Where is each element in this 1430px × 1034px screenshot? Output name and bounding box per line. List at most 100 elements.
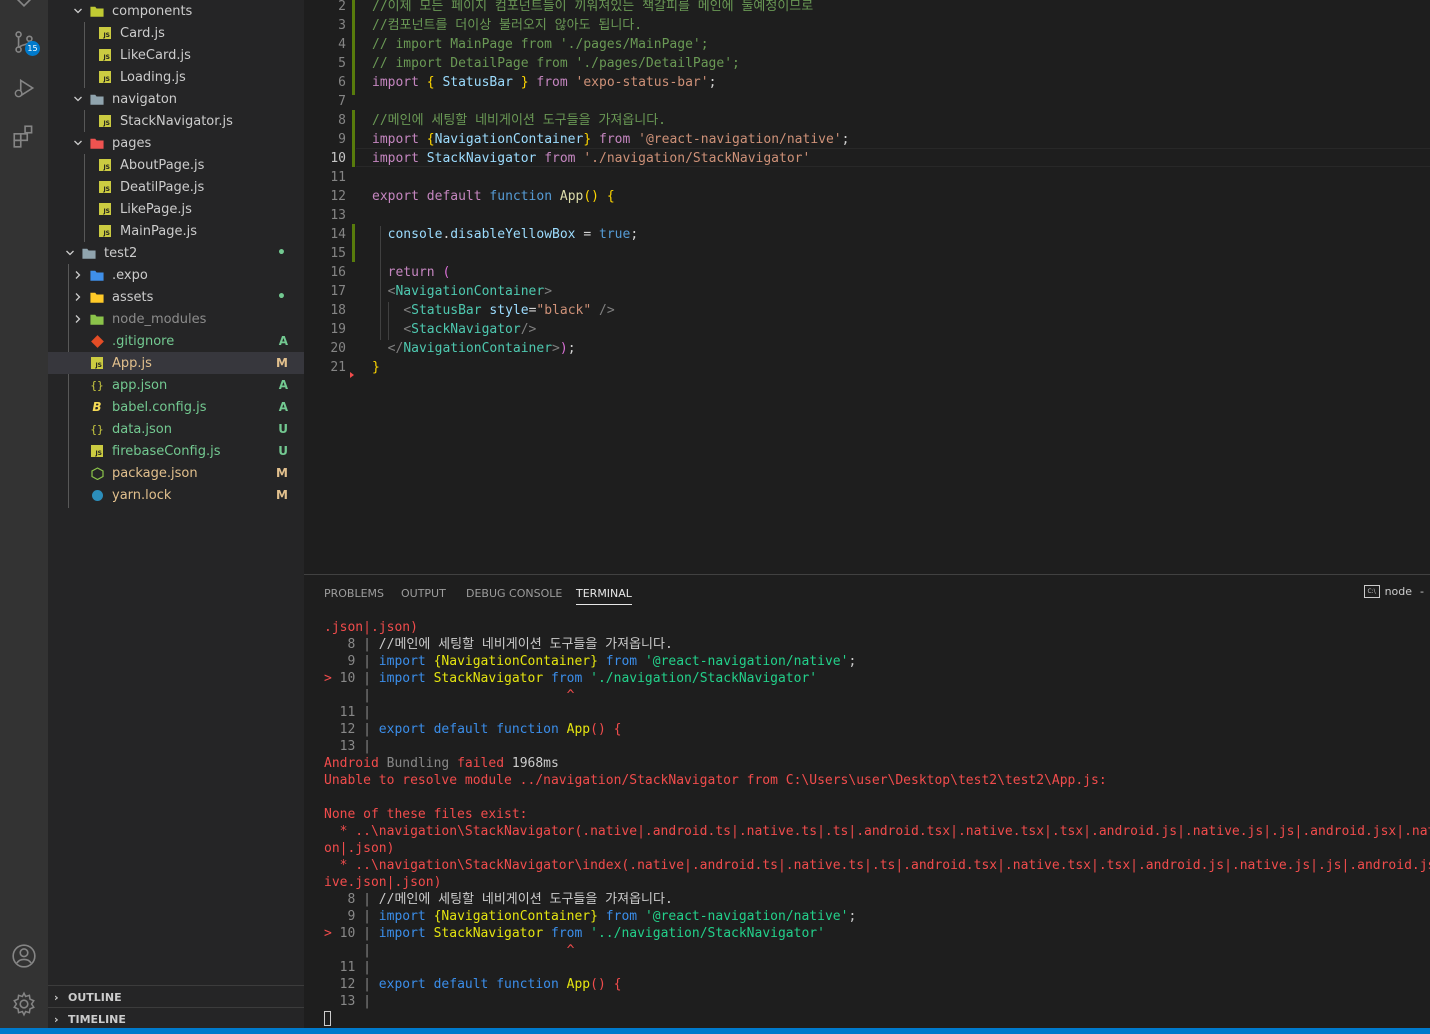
tree-item[interactable]: JS LikeCard.js [48, 44, 304, 66]
tree-item[interactable]: JS LikePage.js [48, 198, 304, 220]
panel-tab-terminal[interactable]: TERMINAL [576, 587, 632, 605]
tree-item[interactable]: pages [48, 132, 304, 154]
line-number: 21 [330, 360, 346, 375]
code-token: </ [387, 341, 404, 356]
terminal-token: Android [324, 756, 387, 771]
tree-item[interactable]: JS AboutPage.js [48, 154, 304, 176]
terminal-token: from [543, 671, 591, 686]
settings-gear-icon[interactable] [0, 982, 48, 1026]
yarn-file-icon [90, 488, 104, 502]
code-line: <StatusBar style="black" /> [372, 301, 615, 320]
code-token: StatusBar [411, 303, 482, 318]
code-editor[interactable]: 2 //이제 모든 페이지 컴포넌트들이 끼워져있는 책갈피를 메인에 둘예정이므… [304, 0, 1430, 574]
terminal-line: .json|.json) [324, 619, 418, 636]
tree-item[interactable]: JS DeatilPage.js [48, 176, 304, 198]
tree-item[interactable]: Bbabel.config.js A [48, 396, 304, 418]
code-token: '@react-navigation/native' [638, 132, 842, 147]
tree-item[interactable]: .expo [48, 264, 304, 286]
terminal-token: failed [457, 756, 512, 771]
terminal-token: App [566, 722, 591, 737]
terminal-token: export default function [378, 977, 567, 992]
tree-item-label: MainPage.js [120, 223, 198, 239]
terminal-token: export default function [378, 722, 567, 737]
extensions-icon[interactable] [0, 114, 48, 158]
line-number: 20 [330, 341, 346, 356]
code-token: NavigationContainer [395, 284, 545, 299]
tree-item[interactable]: {} data.json U [48, 418, 304, 440]
indent-guide [388, 302, 389, 340]
run-debug-icon[interactable] [0, 66, 48, 110]
tree-item-label: Loading.js [120, 69, 186, 85]
terminal-token: () { [590, 722, 622, 737]
tree-item[interactable]: JS MainPage.js [48, 220, 304, 242]
folder-icon [90, 136, 104, 150]
code-line: //메인에 세팅할 네비게이션 도구들을 가져옵니다. [372, 111, 666, 130]
tree-item-label: components [112, 3, 193, 19]
tree-item-label: DeatilPage.js [120, 179, 205, 195]
code-token: //컴포넌트를 더이상 불러오지 않아도 됩니다. [372, 18, 643, 33]
code-line: import StackNavigator from './navigation… [372, 149, 810, 168]
source-control-icon[interactable] [0, 20, 48, 64]
tree-item-label: assets [112, 289, 154, 305]
js-file-icon: JS [98, 26, 112, 40]
timeline-label: TIMELINE [68, 1012, 126, 1026]
folder-icon [82, 246, 96, 260]
code-token: //이제 모든 페이지 컴포넌트들이 끼워져있는 책갈피를 메인에 둘예정이므로 [372, 0, 814, 14]
terminal-token: NavigationContainer [441, 909, 591, 924]
tree-item-label: test2 [104, 245, 138, 261]
git-status-badge: A [278, 334, 288, 348]
tree-item[interactable]: {} app.json A [48, 374, 304, 396]
tree-item[interactable]: package.json M [48, 462, 304, 484]
terminal-token: 11 | [324, 960, 371, 975]
code-token: ; [630, 227, 639, 242]
babel-file-icon: B [92, 400, 102, 414]
js-file-icon: JS [98, 70, 112, 84]
code-line: //이제 모든 페이지 컴포넌트들이 끼워져있는 책갈피를 메인에 둘예정이므로 [372, 0, 813, 16]
tree-item[interactable]: JS App.js M [48, 352, 304, 374]
timeline-section-header[interactable]: › TIMELINE [48, 1007, 304, 1028]
panel-tab-output[interactable]: OUTPUT [401, 587, 446, 600]
tree-item[interactable]: yarn.lock M [48, 484, 304, 506]
outline-section-header[interactable]: › OUTLINE [48, 985, 304, 1008]
git-status-badge: A [278, 378, 288, 392]
code-token: > [552, 341, 560, 356]
terminal-token: > [324, 926, 340, 941]
code-token: true [599, 227, 631, 242]
code-token: //메인에 세팅할 네비게이션 도구들을 가져옵니다. [372, 113, 666, 128]
terminal-token: .json|.json) [324, 620, 418, 635]
line-number: 16 [330, 265, 346, 280]
tree-item[interactable]: JS StackNavigator.js [48, 110, 304, 132]
tree-item[interactable]: .gitignore A [48, 330, 304, 352]
code-line: <NavigationContainer> [372, 282, 552, 301]
terminal-token: 8 | [324, 637, 379, 652]
panel-tab-debug-console[interactable]: DEBUG CONSOLE [466, 587, 562, 600]
terminal-token: | [324, 688, 379, 703]
terminal-token: '@react-navigation/native' [644, 654, 849, 669]
git-status-badge: U [278, 422, 288, 436]
account-icon[interactable] [0, 934, 48, 978]
tree-item[interactable]: test2 • [48, 242, 304, 264]
code-token: /> [599, 303, 615, 318]
tree-item[interactable]: components [48, 0, 304, 22]
tree-item[interactable]: assets • [48, 286, 304, 308]
git-status-badge: • [277, 245, 286, 261]
tree-item[interactable]: navigaton [48, 88, 304, 110]
tree-item[interactable]: JS Loading.js [48, 66, 304, 88]
terminal-token: //메인에 세팅할 네비게이션 도구들을 가져옵니다. [378, 892, 673, 907]
tree-item[interactable]: node_modules [48, 308, 304, 330]
terminal-token: 10 | [339, 926, 379, 941]
git-status-badge: • [277, 289, 286, 305]
line-number: 14 [330, 227, 346, 242]
terminal-token: 11 | [324, 705, 371, 720]
terminal-line: 12 | export default function App() { [324, 976, 622, 993]
code-token: StatusBar [442, 75, 513, 90]
terminal-selector[interactable]: C:\ node - [1363, 585, 1424, 598]
js-file-icon: JS [90, 444, 104, 458]
tree-item[interactable]: JS firebaseConfig.js U [48, 440, 304, 462]
panel-tab-problems[interactable]: PROBLEMS [324, 587, 384, 600]
code-token: './navigation/StackNavigator' [583, 151, 811, 166]
terminal-token: * ..\navigation\StackNavigator\index(.na… [339, 858, 1430, 873]
outline-label: OUTLINE [68, 990, 122, 1004]
tree-item[interactable]: JS Card.js [48, 22, 304, 44]
